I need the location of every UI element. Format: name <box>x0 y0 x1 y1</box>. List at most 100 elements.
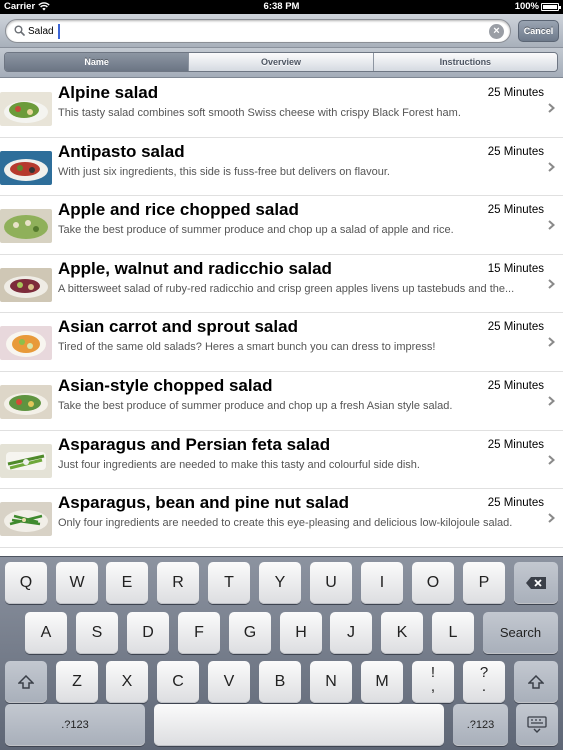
key-f[interactable]: F <box>178 612 220 654</box>
recipe-thumbnail <box>0 443 52 478</box>
key-e[interactable]: E <box>106 562 148 604</box>
recipe-title: Asian carrot and sprout salad <box>58 317 298 337</box>
key-exclaim-comma[interactable]: !, <box>412 661 454 703</box>
backspace-key[interactable] <box>514 562 558 604</box>
list-item[interactable]: Asparagus and Persian feta salad 25 Minu… <box>0 431 563 490</box>
space-bar[interactable] <box>154 704 444 746</box>
recipe-title: Apple and rice chopped salad <box>58 200 299 220</box>
key-y[interactable]: Y <box>259 562 301 604</box>
recipe-description: Just four ingredients are needed to make… <box>58 458 420 471</box>
chevron-right-icon <box>548 396 555 406</box>
key-a[interactable]: A <box>25 612 67 654</box>
key-z[interactable]: Z <box>56 661 98 703</box>
key-b[interactable]: B <box>259 661 301 703</box>
recipe-time: 25 Minutes <box>487 145 544 158</box>
keyboard-dismiss-icon <box>527 716 547 733</box>
key-question-period[interactable]: ?. <box>463 661 505 703</box>
recipe-thumbnail <box>0 384 52 419</box>
search-input[interactable] <box>28 23 488 40</box>
recipe-title: Antipasto salad <box>58 141 185 161</box>
clear-icon[interactable]: × <box>489 24 504 39</box>
recipe-time: 25 Minutes <box>487 204 544 217</box>
search-icon <box>14 25 25 36</box>
key-d[interactable]: D <box>127 612 169 654</box>
key-q[interactable]: Q <box>5 562 47 604</box>
status-bar: Carrier 6:38 PM 100% <box>0 0 563 14</box>
segmented-control: Name Overview Instructions <box>4 52 558 72</box>
list-item[interactable]: Antipasto salad 25 Minutes With just six… <box>0 138 563 197</box>
search-bar: × Cancel <box>0 14 563 48</box>
chevron-right-icon <box>548 220 555 230</box>
chevron-right-icon <box>548 337 555 348</box>
chevron-right-icon <box>548 513 555 523</box>
shift-icon <box>527 674 545 689</box>
scope-bar: Name Overview Instructions <box>0 48 563 78</box>
list-item[interactable]: Alpine salad 25 Minutes This tasty salad… <box>0 79 563 138</box>
key-s[interactable]: S <box>76 612 118 654</box>
chevron-right-icon <box>548 454 555 465</box>
recipe-description: This tasty salad combines soft smooth Sw… <box>58 107 461 119</box>
key-j[interactable]: J <box>330 612 372 654</box>
list-item[interactable]: Asian carrot and sprout salad 25 Minutes… <box>0 313 563 372</box>
text-cursor <box>58 24 60 39</box>
key-h[interactable]: H <box>280 612 322 654</box>
numbers-key-right[interactable]: .?123 <box>453 704 508 746</box>
key-w[interactable]: W <box>56 562 98 604</box>
numbers-key-left[interactable]: .?123 <box>5 704 145 746</box>
key-x[interactable]: X <box>106 661 148 703</box>
key-u[interactable]: U <box>310 562 352 604</box>
key-r[interactable]: R <box>157 562 199 604</box>
battery-percent: 100% <box>514 1 539 12</box>
key-g[interactable]: G <box>229 612 271 654</box>
shift-icon <box>17 674 35 689</box>
key-n[interactable]: N <box>310 661 352 703</box>
recipe-title: Asparagus, bean and pine nut salad <box>58 493 349 513</box>
recipe-description: Take the best produce of summer produce … <box>58 224 454 237</box>
clock: 6:38 PM <box>263 1 300 12</box>
recipe-title: Asian-style chopped salad <box>58 375 273 395</box>
recipe-time: 25 Minutes <box>487 379 544 392</box>
key-question-period-label: ?. <box>479 664 489 695</box>
recipe-time: 25 Minutes <box>487 321 544 334</box>
list-item[interactable]: Apple and rice chopped salad 25 Minutes … <box>0 196 563 255</box>
recipe-description: A bittersweet salad of ruby-red radicchi… <box>58 282 515 295</box>
recipe-time: 25 Minutes <box>487 438 544 451</box>
segment-instructions[interactable]: Instructions <box>372 53 557 71</box>
recipe-time: 15 Minutes <box>487 262 544 275</box>
key-l[interactable]: L <box>432 612 474 654</box>
list-item[interactable]: Apple, walnut and radicchio salad 15 Min… <box>0 255 563 314</box>
key-o[interactable]: O <box>412 562 454 604</box>
key-t[interactable]: T <box>208 562 250 604</box>
segment-overview[interactable]: Overview <box>188 53 373 71</box>
battery-icon <box>541 3 561 11</box>
search-field[interactable]: × <box>5 19 511 43</box>
search-key[interactable]: Search <box>483 612 558 654</box>
list-item[interactable]: Asparagus, bean and pine nut salad 25 Mi… <box>0 489 563 548</box>
key-p[interactable]: P <box>463 562 505 604</box>
recipe-thumbnail <box>0 502 52 537</box>
chevron-right-icon <box>548 103 555 113</box>
key-k[interactable]: K <box>381 612 423 654</box>
key-v[interactable]: V <box>208 661 250 703</box>
hide-keyboard-key[interactable] <box>516 704 558 746</box>
recipe-list[interactable]: Alpine salad 25 Minutes This tasty salad… <box>0 79 563 556</box>
cancel-button[interactable]: Cancel <box>518 20 559 42</box>
recipe-description: Tired of the same old salads? Heres a sm… <box>58 341 436 354</box>
chevron-right-icon <box>548 279 555 289</box>
shift-key-right[interactable] <box>514 661 558 703</box>
shift-key-left[interactable] <box>5 661 47 703</box>
chevron-right-icon <box>548 161 555 172</box>
recipe-thumbnail <box>0 92 52 126</box>
on-screen-keyboard: Q W E R T Y U I O P A S D F G H J K L Se… <box>0 556 563 750</box>
recipe-description: With just six ingredients, this side is … <box>58 165 390 178</box>
recipe-thumbnail <box>0 267 52 302</box>
list-item-partial[interactable] <box>0 548 563 556</box>
key-m[interactable]: M <box>361 661 403 703</box>
recipe-title: Apple, walnut and radicchio salad <box>58 258 332 278</box>
segment-name[interactable]: Name <box>5 53 189 71</box>
key-exclaim-comma-label: !, <box>430 664 436 695</box>
key-c[interactable]: C <box>157 661 199 703</box>
recipe-time: 25 Minutes <box>487 87 544 99</box>
list-item[interactable]: Asian-style chopped salad 25 Minutes Tak… <box>0 372 563 431</box>
key-i[interactable]: I <box>361 562 403 604</box>
